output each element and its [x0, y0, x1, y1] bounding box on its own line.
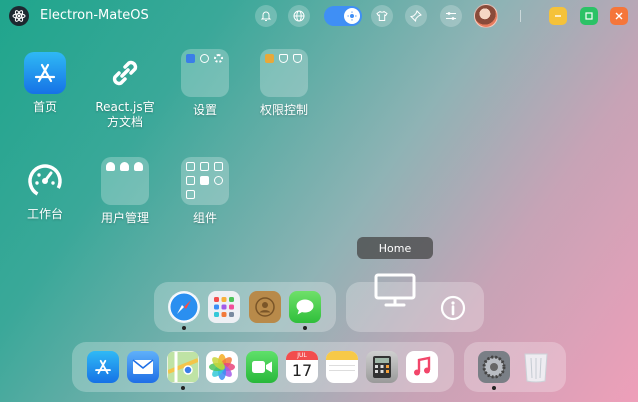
folder-icon	[101, 157, 149, 205]
desktop-item-user-management[interactable]: 用户管理	[90, 157, 160, 226]
running-indicator	[181, 386, 185, 390]
gear-icon	[214, 54, 223, 63]
dashboard-icon	[24, 159, 66, 201]
desktop-item-label: 组件	[192, 211, 217, 225]
user-icon	[106, 162, 115, 171]
folder-icon	[260, 49, 308, 97]
keyboard-icon	[186, 162, 195, 171]
tooltip: Home	[357, 237, 433, 259]
app-store-icon	[24, 52, 66, 94]
card-icon	[214, 162, 223, 171]
desktop-item-label: 首页	[32, 100, 57, 114]
link-icon	[104, 52, 146, 94]
sliders-icon[interactable]	[440, 5, 462, 27]
dock-main: JUL 17	[72, 342, 454, 392]
notes-lines	[329, 365, 355, 371]
chat-icon	[214, 176, 223, 185]
shield-icon	[279, 54, 288, 63]
running-indicator	[492, 386, 496, 390]
sun-icon	[344, 8, 360, 24]
trash-icon[interactable]	[520, 349, 552, 385]
users-icon	[120, 162, 129, 171]
folder-icon	[181, 49, 229, 97]
top-bar: Electron-MateOS	[0, 0, 638, 32]
user-group-icon	[134, 162, 143, 171]
calendar-month: JUL	[286, 351, 318, 360]
desktop-item-workbench[interactable]: 工作台	[10, 159, 80, 222]
lock-icon	[265, 54, 274, 63]
monitor-icon[interactable]	[374, 273, 416, 311]
grid-icon	[200, 176, 209, 185]
safari-icon[interactable]	[168, 291, 200, 323]
desktop-item-label: 设置	[192, 103, 217, 117]
globe-icon[interactable]	[288, 5, 310, 27]
desktop-item-label: 用户管理	[100, 211, 149, 225]
contacts-icon[interactable]	[249, 291, 281, 323]
theme-toggle[interactable]	[324, 6, 362, 26]
photos-icon[interactable]	[206, 351, 238, 383]
app-title: Electron-MateOS	[40, 8, 149, 23]
calendar-day: 17	[291, 361, 313, 380]
launchpad-icon[interactable]	[208, 291, 240, 323]
pin-icon[interactable]	[405, 5, 427, 27]
dock-system	[464, 342, 566, 392]
table-icon	[200, 162, 209, 171]
desktop-item-settings[interactable]: 设置	[170, 49, 240, 118]
file-icon	[186, 190, 195, 199]
desktop-item-label: 权限控制	[259, 103, 308, 117]
desktop-item-components[interactable]: 组件	[170, 157, 240, 226]
dock-recent	[154, 282, 336, 332]
desktop-item-permissions[interactable]: 权限控制	[249, 49, 319, 118]
mini-app-icon	[186, 54, 195, 63]
electron-logo-icon[interactable]	[9, 6, 29, 26]
notes-header	[326, 351, 358, 360]
shirt-icon[interactable]	[371, 5, 393, 27]
facetime-icon[interactable]	[246, 351, 278, 383]
clock-icon	[200, 54, 209, 63]
minimize-icon[interactable]	[549, 7, 567, 25]
info-icon[interactable]	[440, 295, 466, 325]
divider	[520, 10, 521, 22]
system-preferences-icon[interactable]	[478, 351, 510, 383]
messages-icon[interactable]	[289, 291, 321, 323]
dock-window-preview	[346, 273, 484, 332]
maps-icon[interactable]	[167, 351, 199, 383]
bell-icon[interactable]	[255, 5, 277, 27]
close-icon[interactable]	[610, 7, 628, 25]
notes-icon[interactable]	[326, 351, 358, 383]
running-indicator	[182, 326, 186, 330]
app-store-icon[interactable]	[87, 351, 119, 383]
shield-check-icon	[293, 54, 302, 63]
running-indicator	[303, 326, 307, 330]
maximize-icon[interactable]	[580, 7, 598, 25]
desktop-item-label: 工作台	[26, 207, 63, 221]
music-icon[interactable]	[406, 351, 438, 383]
folder-icon	[181, 157, 229, 205]
user-avatar[interactable]	[474, 4, 498, 28]
desktop-item-home[interactable]: 首页	[10, 52, 80, 115]
calendar-icon[interactable]: JUL 17	[286, 351, 318, 383]
calculator-icon[interactable]	[366, 351, 398, 383]
calendar-small-icon	[186, 176, 195, 185]
desktop-item-react-docs[interactable]: React.js官方文档	[90, 52, 160, 130]
mail-icon[interactable]	[127, 351, 159, 383]
desktop-item-label: React.js官方文档	[95, 100, 155, 129]
